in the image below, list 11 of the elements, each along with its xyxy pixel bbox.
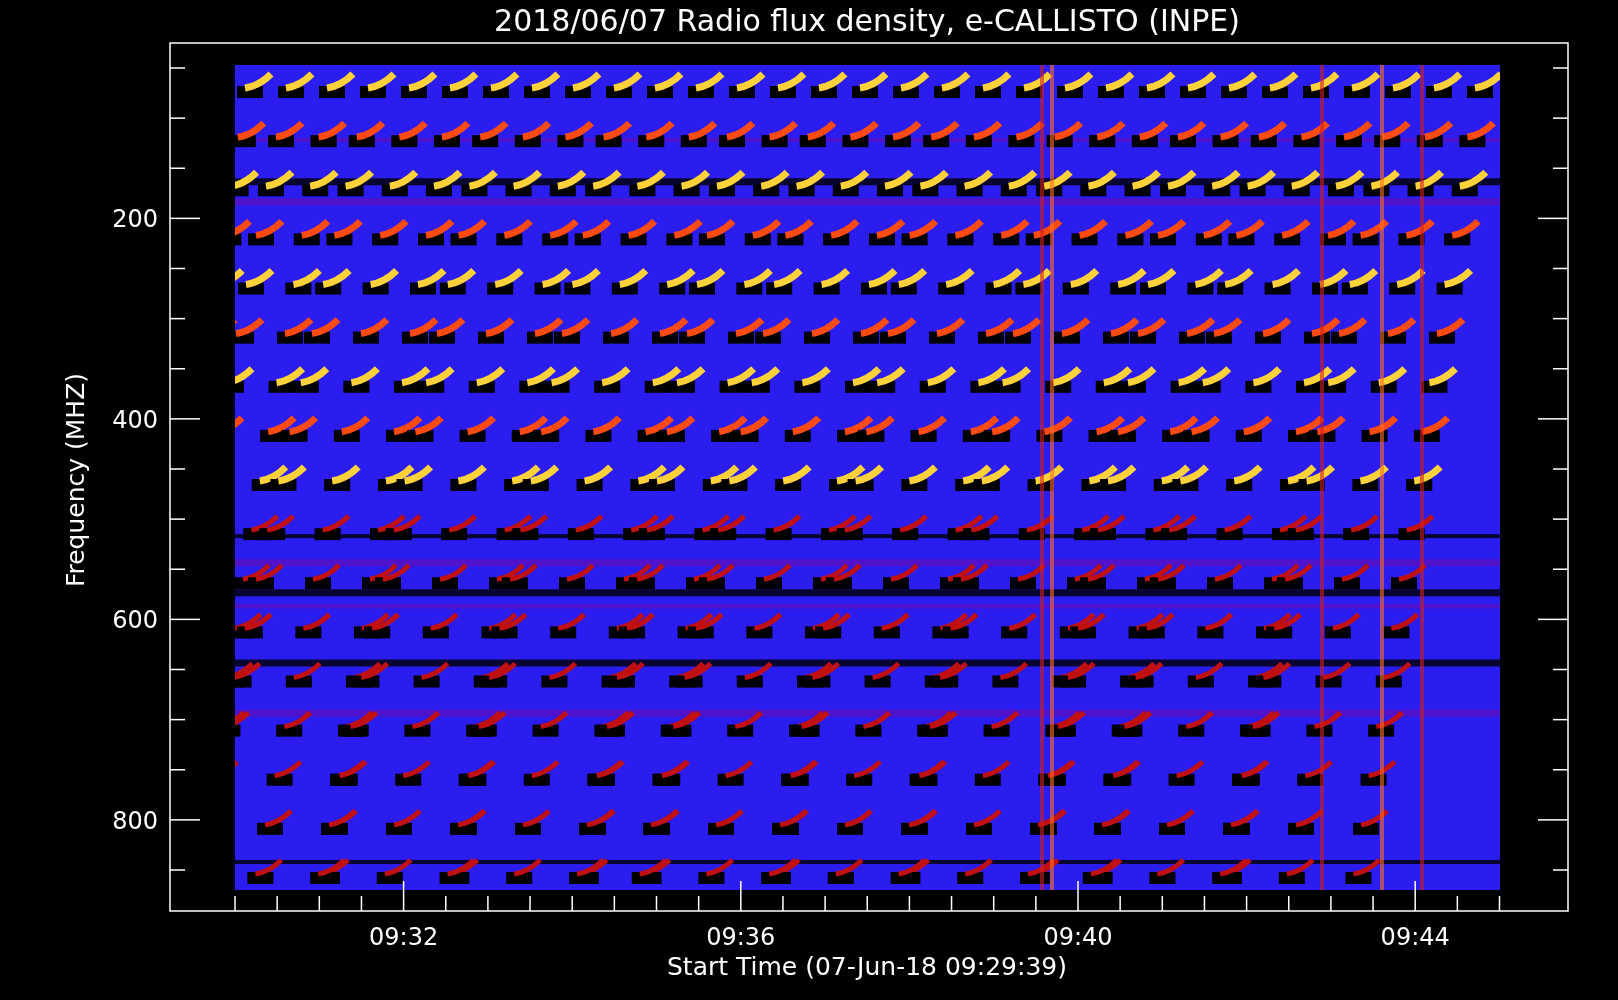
y-tick-label: 200 (112, 205, 158, 234)
x-tick-label: 09:44 (1380, 923, 1450, 951)
x-tick-label: 09:36 (706, 923, 776, 951)
y-tick-label: 600 (112, 606, 158, 635)
y-tick-label: 400 (112, 405, 158, 434)
y-axis-label: Frequency (MHZ) (61, 372, 90, 588)
x-tick-label: 09:40 (1043, 923, 1113, 951)
x-tick-label: 09:32 (369, 923, 439, 951)
chart-title: 2018/06/07 Radio flux density, e-CALLISTO (INPE) (494, 3, 1240, 38)
y-tick-label: 800 (112, 806, 158, 835)
x-axis-label: Start Time (07-Jun-18 09:29:39) (667, 952, 1067, 981)
